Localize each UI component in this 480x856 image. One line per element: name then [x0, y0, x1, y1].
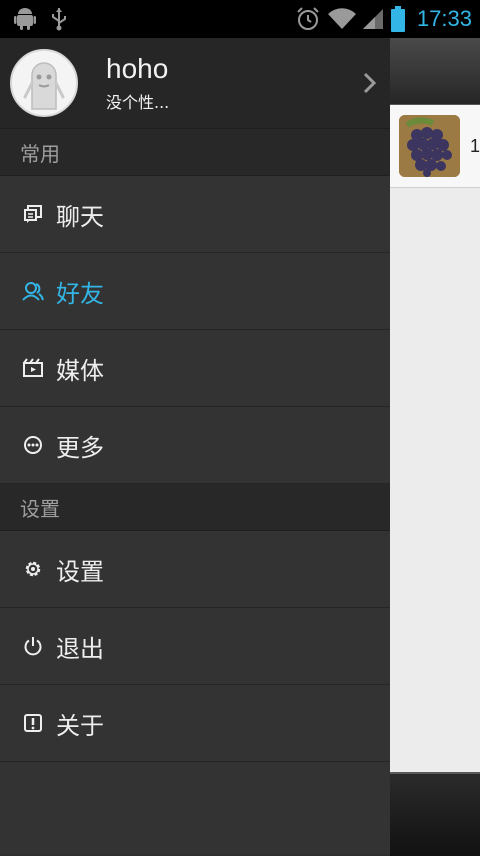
signal-icon	[362, 7, 385, 31]
usb-icon	[50, 7, 68, 31]
alarm-icon	[295, 6, 321, 32]
battery-icon	[390, 6, 405, 32]
more-icon	[22, 434, 44, 456]
content-bottom-bar	[390, 772, 480, 856]
status-bar: 17:33	[0, 0, 480, 38]
content-action-bar	[390, 38, 480, 105]
menu-item-logout[interactable]: 退出	[0, 608, 390, 685]
media-icon	[22, 357, 44, 379]
menu-item-label: 媒体	[56, 356, 104, 385]
main-content: 1	[390, 38, 480, 856]
menu-item-label: 好友	[56, 279, 104, 308]
user-signature: 没个性...	[106, 93, 170, 112]
profile-header[interactable]: hoho 没个性...	[0, 38, 390, 129]
friends-icon	[22, 280, 44, 302]
section-header-common: 常用	[0, 129, 390, 176]
menu-item-label: 关于	[56, 711, 104, 740]
section-header-settings: 设置	[0, 484, 390, 531]
android-icon	[14, 7, 36, 31]
menu-item-settings[interactable]: 设置	[0, 531, 390, 608]
wifi-icon	[327, 7, 357, 31]
gear-icon	[22, 558, 44, 580]
menu-item-media[interactable]: 媒体	[0, 330, 390, 407]
menu-item-label: 更多	[56, 433, 104, 462]
navigation-drawer: hoho 没个性... 常用 聊天 好友 媒体 更多 设置 设置 退出 关于	[0, 38, 390, 854]
menu-item-friends[interactable]: 好友	[0, 253, 390, 330]
status-time: 17:33	[416, 6, 472, 31]
menu-item-about[interactable]: 关于	[0, 685, 390, 762]
list-item-text: 1	[469, 135, 480, 156]
menu-item-chat[interactable]: 聊天	[0, 176, 390, 253]
username: hoho	[106, 53, 169, 84]
avatar	[10, 49, 78, 117]
chat-icon	[22, 203, 44, 225]
menu-item-label: 设置	[56, 557, 104, 586]
grapes-thumbnail	[399, 115, 460, 177]
power-icon	[22, 635, 44, 657]
list-item[interactable]: 1	[390, 105, 480, 188]
menu-item-label: 退出	[56, 634, 104, 663]
info-icon	[22, 712, 44, 734]
menu-item-label: 聊天	[56, 202, 104, 231]
chevron-right-icon	[350, 71, 390, 95]
menu-item-more[interactable]: 更多	[0, 407, 390, 484]
